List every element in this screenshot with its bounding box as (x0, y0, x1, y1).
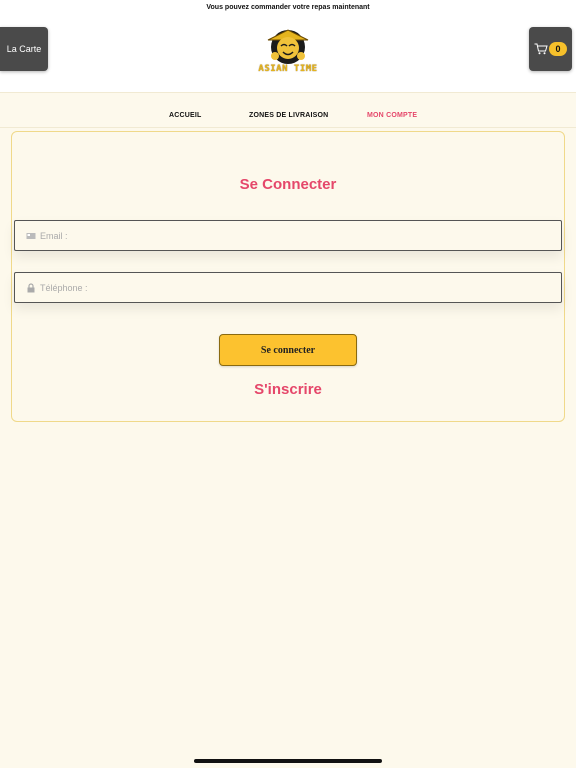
top-bar: Vous pouvez commander votre repas mainte… (0, 0, 576, 92)
email-input[interactable] (40, 230, 561, 241)
cart-count-badge: 0 (549, 42, 567, 56)
phone-input[interactable] (40, 282, 561, 293)
cart-button[interactable]: 0 (529, 27, 572, 71)
login-button[interactable]: Se connecter (219, 334, 357, 366)
nav-item-zones-de-livraison[interactable]: ZONES DE LIVRAISON (249, 112, 328, 119)
nav-item-mon-compte[interactable]: MON COMPTE (367, 112, 417, 119)
cart-icon (534, 43, 548, 55)
logo-mascot-icon (267, 29, 309, 64)
logo[interactable]: ASIAN TIME (246, 26, 330, 78)
nav-item-accueil[interactable]: ACCUEIL (169, 112, 202, 119)
home-indicator (194, 759, 382, 763)
login-title: Se Connecter (239, 176, 337, 193)
email-icon (26, 232, 36, 239)
main-nav: ACCUEIL ZONES DE LIVRAISON MON COMPTE (0, 92, 576, 128)
email-field[interactable] (14, 220, 562, 251)
lock-icon (27, 282, 35, 292)
phone-field[interactable] (14, 272, 562, 303)
announcement-text: Vous pouvez commander votre repas mainte… (206, 4, 370, 11)
logo-text: ASIAN TIME (258, 64, 318, 74)
signup-link[interactable]: S'inscrire (0, 381, 576, 398)
menu-button[interactable]: La Carte (0, 27, 48, 71)
